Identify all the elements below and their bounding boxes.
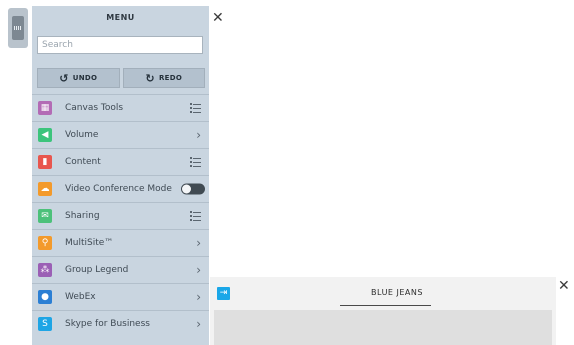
canvas-tools-icon: ▦	[38, 101, 52, 115]
undo-redo-row: ↺ UNDO ↻ REDO	[37, 68, 205, 88]
list-icon	[190, 211, 201, 221]
drag-handle[interactable]	[8, 8, 28, 48]
list-icon	[190, 157, 201, 167]
sharing-icon: ✉	[38, 209, 52, 223]
blue-jeans-content	[214, 310, 552, 345]
menu-item-label: Group Legend	[65, 265, 129, 275]
menu-close-icon[interactable]: ✕	[212, 11, 224, 25]
menu-item-skype[interactable]: S Skype for Business ›	[32, 310, 209, 337]
title-underline	[340, 305, 431, 306]
menu-item-multisite[interactable]: ⚲ MultiSite™ ›	[32, 229, 209, 256]
chevron-right-icon: ›	[196, 263, 201, 277]
menu-item-content[interactable]: ▮ Content	[32, 148, 209, 175]
chevron-right-icon: ›	[196, 236, 201, 250]
chevron-right-icon: ›	[196, 317, 201, 331]
chevron-right-icon: ›	[196, 128, 201, 142]
menu-item-cloud[interactable]: ☁ Video Conference Mode	[32, 175, 209, 202]
cloud-icon: ☁	[38, 182, 52, 196]
blue-jeans-close-icon[interactable]: ✕	[558, 279, 570, 293]
menu-item-label: Sharing	[65, 211, 100, 221]
redo-button[interactable]: ↻ REDO	[122, 68, 205, 88]
redo-label: REDO	[158, 74, 183, 82]
blue-jeans-panel: ⇥ BLUE JEANS	[210, 277, 556, 345]
content-icon: ▮	[38, 155, 52, 169]
group-legend-icon: ⁂	[38, 263, 52, 277]
video-conference-toggle[interactable]	[181, 183, 205, 195]
skype-icon: S	[38, 317, 52, 331]
list-icon	[190, 103, 201, 113]
chevron-right-icon: ›	[196, 290, 201, 304]
drag-handle-icon	[12, 16, 24, 40]
menu-item-group-legend[interactable]: ⁂ Group Legend ›	[32, 256, 209, 283]
multisite-icon: ⚲	[38, 236, 52, 250]
menu-item-volume[interactable]: ◀ Volume ›	[32, 121, 209, 148]
menu-panel: MENU ↺ UNDO ↻ REDO ▦ Canvas Tools ◀ Volume ›…	[32, 6, 209, 345]
menu-item-label: Content	[65, 157, 101, 167]
menu-item-label: Skype for Business	[65, 319, 150, 329]
menu-item-sharing[interactable]: ✉ Sharing	[32, 202, 209, 229]
menu-item-canvas-tools[interactable]: ▦ Canvas Tools	[32, 94, 209, 121]
volume-icon: ◀	[38, 128, 52, 142]
webex-icon: ●	[38, 290, 52, 304]
blue-jeans-title: BLUE JEANS	[371, 288, 423, 297]
exit-icon[interactable]: ⇥	[217, 287, 230, 300]
redo-icon: ↻	[145, 71, 155, 85]
menu-item-label: Volume	[65, 130, 99, 140]
search-input[interactable]	[37, 36, 203, 54]
menu-item-label: Video Conference Mode	[65, 184, 172, 194]
menu-item-label: WebEx	[65, 292, 96, 302]
menu-item-webex[interactable]: ● WebEx ›	[32, 283, 209, 310]
toggle-knob	[182, 184, 191, 194]
menu-items: ▦ Canvas Tools ◀ Volume › ▮ Content ☁ Video Conf…	[32, 94, 209, 337]
menu-title: MENU	[106, 13, 135, 22]
menu-item-label: MultiSite™	[65, 238, 114, 248]
menu-item-label: Canvas Tools	[65, 103, 124, 113]
undo-button[interactable]: ↺ UNDO	[37, 68, 120, 88]
undo-icon: ↺	[59, 71, 69, 85]
undo-label: UNDO	[72, 74, 98, 82]
